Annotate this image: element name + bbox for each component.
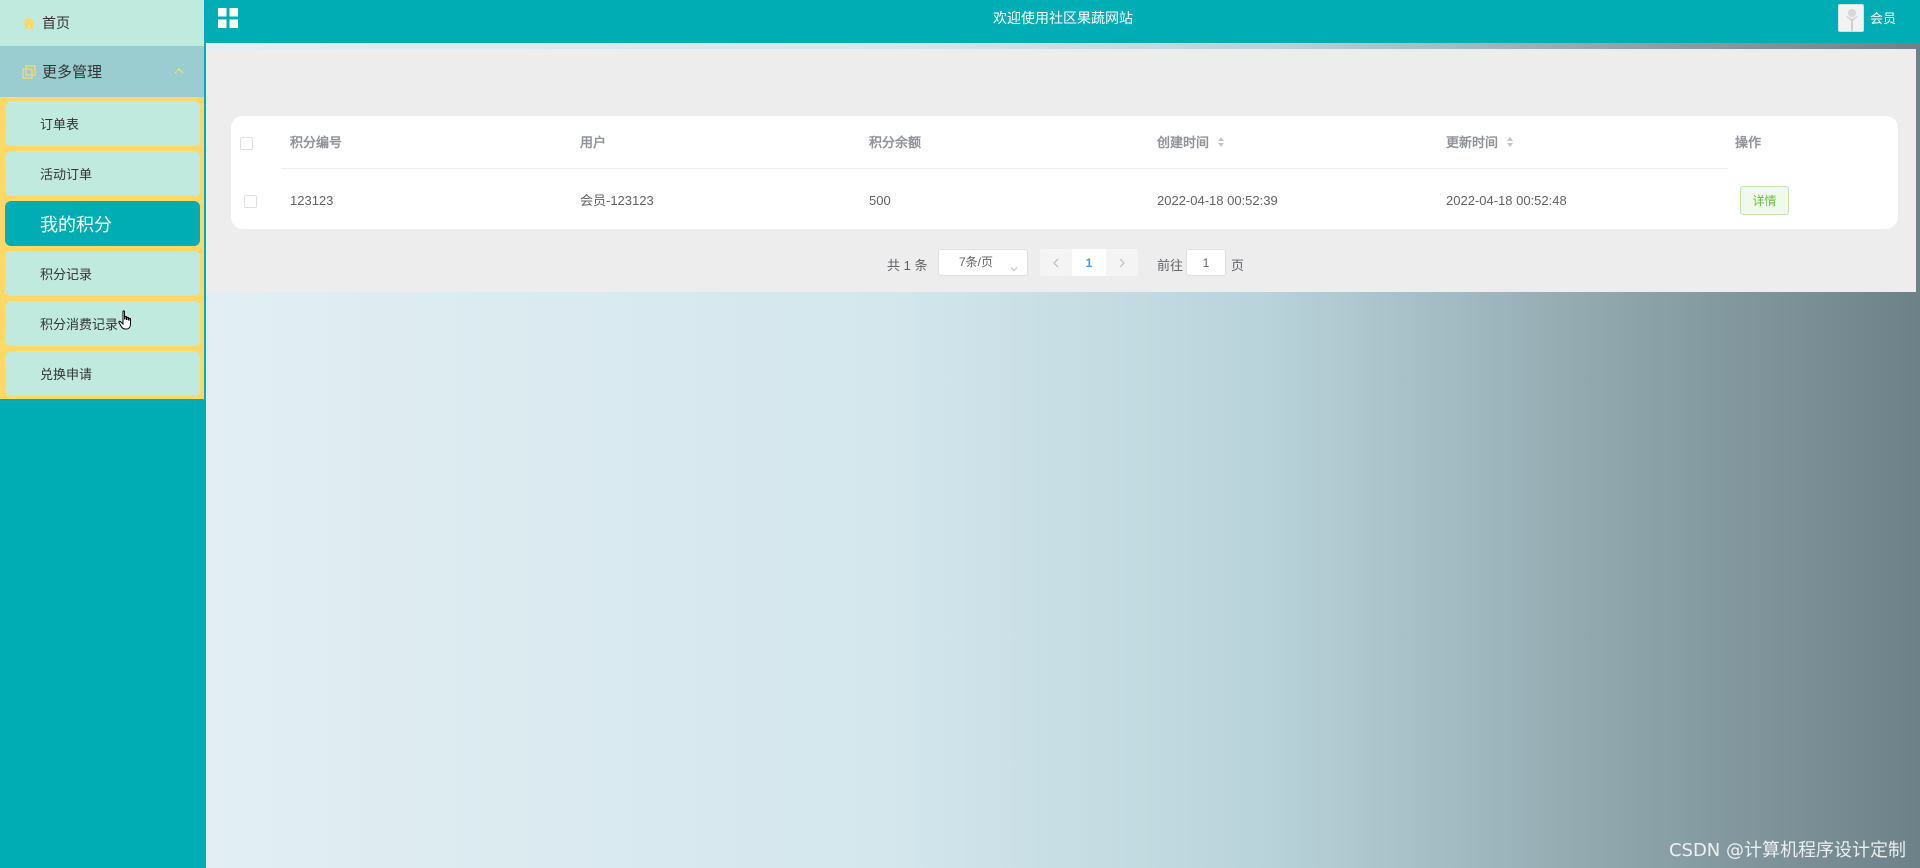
sidebar-submenu: 订单表 活动订单 我的积分 积分记录 积分消费记录 兑换申请 xyxy=(0,97,204,399)
sidebar-item-label: 积分消费记录 xyxy=(40,317,119,332)
page-number-button[interactable]: 1 xyxy=(1072,249,1106,276)
column-header-points-balance: 积分余额 xyxy=(869,135,922,150)
column-header-label: 更新时间 xyxy=(1446,135,1499,150)
hand-cursor-icon xyxy=(118,310,134,332)
column-header-points-id: 积分编号 xyxy=(290,135,343,150)
chevron-up-icon xyxy=(172,64,186,78)
chevron-left-icon xyxy=(1053,258,1059,267)
points-table: 积分编号 用户 积分余额 创建时间 更新时间 操作 123123 会员-1231… xyxy=(231,116,1898,229)
sidebar-group-more-management[interactable]: 更多管理 xyxy=(0,46,204,97)
sidebar-item-points-consumption[interactable]: 积分消费记录 xyxy=(5,301,200,346)
column-header-updated-time[interactable]: 更新时间 xyxy=(1446,133,1514,153)
column-header-label: 创建时间 xyxy=(1157,135,1210,150)
prev-page-button[interactable] xyxy=(1040,249,1072,276)
sidebar-group-label: 更多管理 xyxy=(42,64,103,81)
sidebar-item-home[interactable]: 首页 xyxy=(0,0,204,46)
pagination: 共 1 条 7条/页 1 前往 页 xyxy=(206,249,1916,279)
sidebar-item-points-records[interactable]: 积分记录 xyxy=(5,251,200,296)
copy-icon xyxy=(22,64,36,79)
pagination-total: 共 1 条 xyxy=(887,258,928,273)
cell-created-time: 2022-04-18 00:52:39 xyxy=(1157,193,1278,208)
sidebar-item-orders[interactable]: 订单表 xyxy=(5,101,200,146)
cell-points-balance: 500 xyxy=(869,193,891,208)
page-size-value: 7条/页 xyxy=(959,255,994,269)
avatar[interactable] xyxy=(1838,4,1864,32)
page-size-select[interactable]: 7条/页 xyxy=(938,249,1028,276)
sidebar-item-label: 兑换申请 xyxy=(40,367,93,382)
cell-user: 会员-123123 xyxy=(580,193,654,208)
sidebar-item-label: 积分记录 xyxy=(40,267,93,282)
content-panel: 积分编号 用户 积分余额 创建时间 更新时间 操作 123123 会员-1231… xyxy=(206,49,1916,292)
sidebar-item-label: 首页 xyxy=(42,15,70,31)
cell-points-id: 123123 xyxy=(290,193,334,208)
goto-label: 前往 xyxy=(1157,258,1184,273)
sort-caret-icon[interactable] xyxy=(1506,134,1514,154)
row-checkbox[interactable] xyxy=(244,195,257,208)
page-title: 欢迎使用社区果蔬网站 xyxy=(993,10,1133,26)
top-bar: 欢迎使用社区果蔬网站 会员 xyxy=(206,0,1920,43)
watermark: CSDN @计算机程序设计定制 xyxy=(1668,840,1906,861)
sidebar-item-label: 活动订单 xyxy=(40,167,93,182)
sort-caret-icon[interactable] xyxy=(1217,134,1225,154)
sidebar-item-label: 订单表 xyxy=(40,117,80,132)
cell-updated-time: 2022-04-18 00:52:48 xyxy=(1446,193,1567,208)
home-icon xyxy=(22,16,36,30)
chevron-right-icon xyxy=(1119,258,1125,267)
detail-button[interactable]: 详情 xyxy=(1740,186,1789,215)
column-header-created-time[interactable]: 创建时间 xyxy=(1157,133,1225,153)
header-divider xyxy=(281,168,1728,169)
sidebar: 首页 更多管理 订单表 活动订单 我的积分 积分记录 积分消费记录 兑换申请 xyxy=(0,0,206,868)
sidebar-item-exchange-requests[interactable]: 兑换申请 xyxy=(5,351,200,396)
select-all-checkbox[interactable] xyxy=(240,137,253,150)
main-content: 积分编号 用户 积分余额 创建时间 更新时间 操作 123123 会员-1231… xyxy=(206,43,1920,868)
user-role[interactable]: 会员 xyxy=(1870,0,1896,36)
column-header-user: 用户 xyxy=(580,135,607,150)
goto-page-input[interactable] xyxy=(1186,249,1226,276)
next-page-button[interactable] xyxy=(1106,249,1138,276)
sidebar-item-my-points[interactable]: 我的积分 xyxy=(5,201,200,246)
goto-unit: 页 xyxy=(1231,258,1245,273)
sidebar-item-label: 我的积分 xyxy=(40,214,112,235)
sidebar-item-activity-orders[interactable]: 活动订单 xyxy=(5,151,200,196)
chevron-down-icon xyxy=(1009,258,1019,272)
column-header-actions: 操作 xyxy=(1735,135,1762,150)
